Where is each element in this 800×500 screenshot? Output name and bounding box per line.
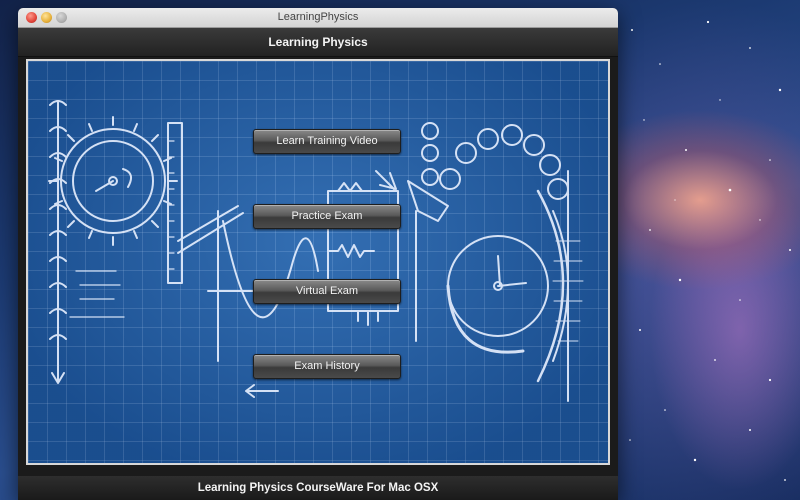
- galaxy-stars: [629, 20, 791, 481]
- app-window: LearningPhysics Learning Physics Learn T…: [18, 8, 618, 500]
- content-frame: Learn Training Video Practice Exam Virtu…: [26, 59, 610, 465]
- blueprint-panel: Learn Training Video Practice Exam Virtu…: [28, 61, 608, 463]
- exam-history-button[interactable]: Exam History: [253, 354, 401, 379]
- virtual-exam-button[interactable]: Virtual Exam: [253, 279, 401, 304]
- window-title: LearningPhysics: [277, 11, 359, 23]
- footer-caption: Learning Physics CourseWare For Mac OSX: [18, 476, 618, 500]
- window-titlebar[interactable]: LearningPhysics: [18, 8, 618, 28]
- app-header-title: Learning Physics: [18, 28, 618, 57]
- practice-exam-button[interactable]: Practice Exam: [253, 204, 401, 229]
- learn-training-video-button[interactable]: Learn Training Video: [253, 129, 401, 154]
- physics-sketch-illustration: [48, 100, 584, 402]
